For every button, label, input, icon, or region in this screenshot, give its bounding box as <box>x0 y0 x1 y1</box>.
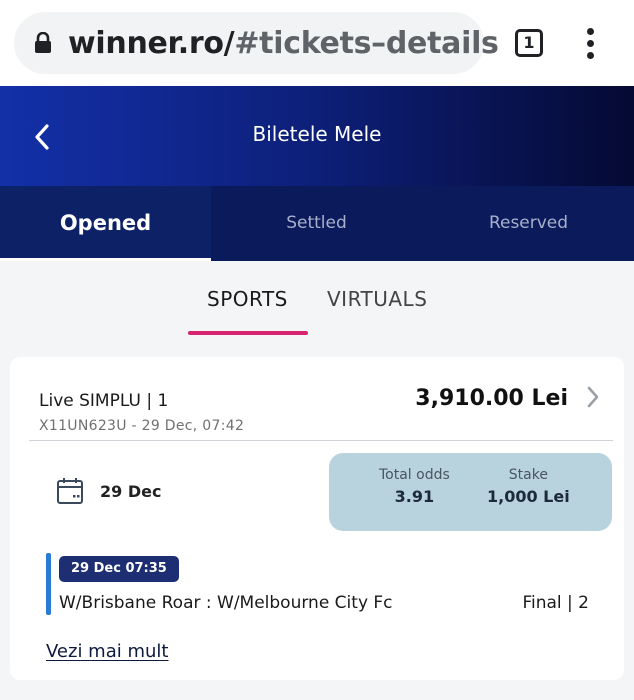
ticket-type: Live SIMPLU | 1 <box>39 391 169 411</box>
active-tab-indicator <box>188 331 308 335</box>
tab-opened[interactable]: Opened <box>0 186 211 261</box>
ticket-date: 29 Dec <box>100 482 162 501</box>
total-odds: Total odds 3.91 <box>379 467 450 506</box>
stake-label: Stake <box>508 467 548 483</box>
url-path: #tickets–details <box>234 26 499 61</box>
stake-value: 1,000 Lei <box>487 487 570 506</box>
ticket-potential-win: 3,910.00 Lei <box>415 386 568 411</box>
ticket-id: X11UN623U - 29 Dec, 07:42 <box>39 418 245 434</box>
address-bar[interactable]: winner.ro/#tickets–details <box>14 12 499 74</box>
browser-toolbar: winner.ro/#tickets–details 1 <box>0 0 634 86</box>
tab-sports[interactable]: SPORTS <box>207 287 288 311</box>
tab-switcher-button[interactable]: 1 <box>515 29 543 57</box>
event-time-badge: 29 Dec 07:35 <box>59 556 179 582</box>
event-teams: W/Brisbane Roar : W/Melbourne City Fc <box>59 593 393 613</box>
ticket-card[interactable]: Live SIMPLU | 1 X11UN623U - 29 Dec, 07:4… <box>10 357 624 680</box>
divider <box>29 440 613 441</box>
odds-stake-panel: Total odds 3.91 Stake 1,000 Lei <box>329 453 612 531</box>
url-text: winner.ro/#tickets–details <box>68 26 499 61</box>
see-more-link[interactable]: Vezi mai mult <box>46 641 168 662</box>
total-odds-label: Total odds <box>379 467 450 483</box>
event-indicator-bar <box>46 553 51 615</box>
status-tabs: Opened Settled Reserved <box>0 186 634 261</box>
url-domain: winner.ro/ <box>68 26 235 61</box>
more-vert-icon[interactable] <box>583 28 597 60</box>
tab-settled[interactable]: Settled <box>211 186 422 261</box>
app-header: Biletele Mele <box>0 86 634 186</box>
chevron-right-icon[interactable] <box>586 385 600 409</box>
calendar-icon <box>57 478 83 504</box>
total-odds-value: 3.91 <box>394 487 435 506</box>
lock-icon <box>35 32 51 53</box>
tab-virtuals[interactable]: VIRTUALS <box>327 287 427 311</box>
event-selection: Final | 2 <box>522 593 589 613</box>
page-title: Biletele Mele <box>252 122 382 146</box>
tab-reserved[interactable]: Reserved <box>423 186 634 261</box>
category-tabs: SPORTS VIRTUALS <box>0 261 634 346</box>
stake: Stake 1,000 Lei <box>487 467 570 506</box>
